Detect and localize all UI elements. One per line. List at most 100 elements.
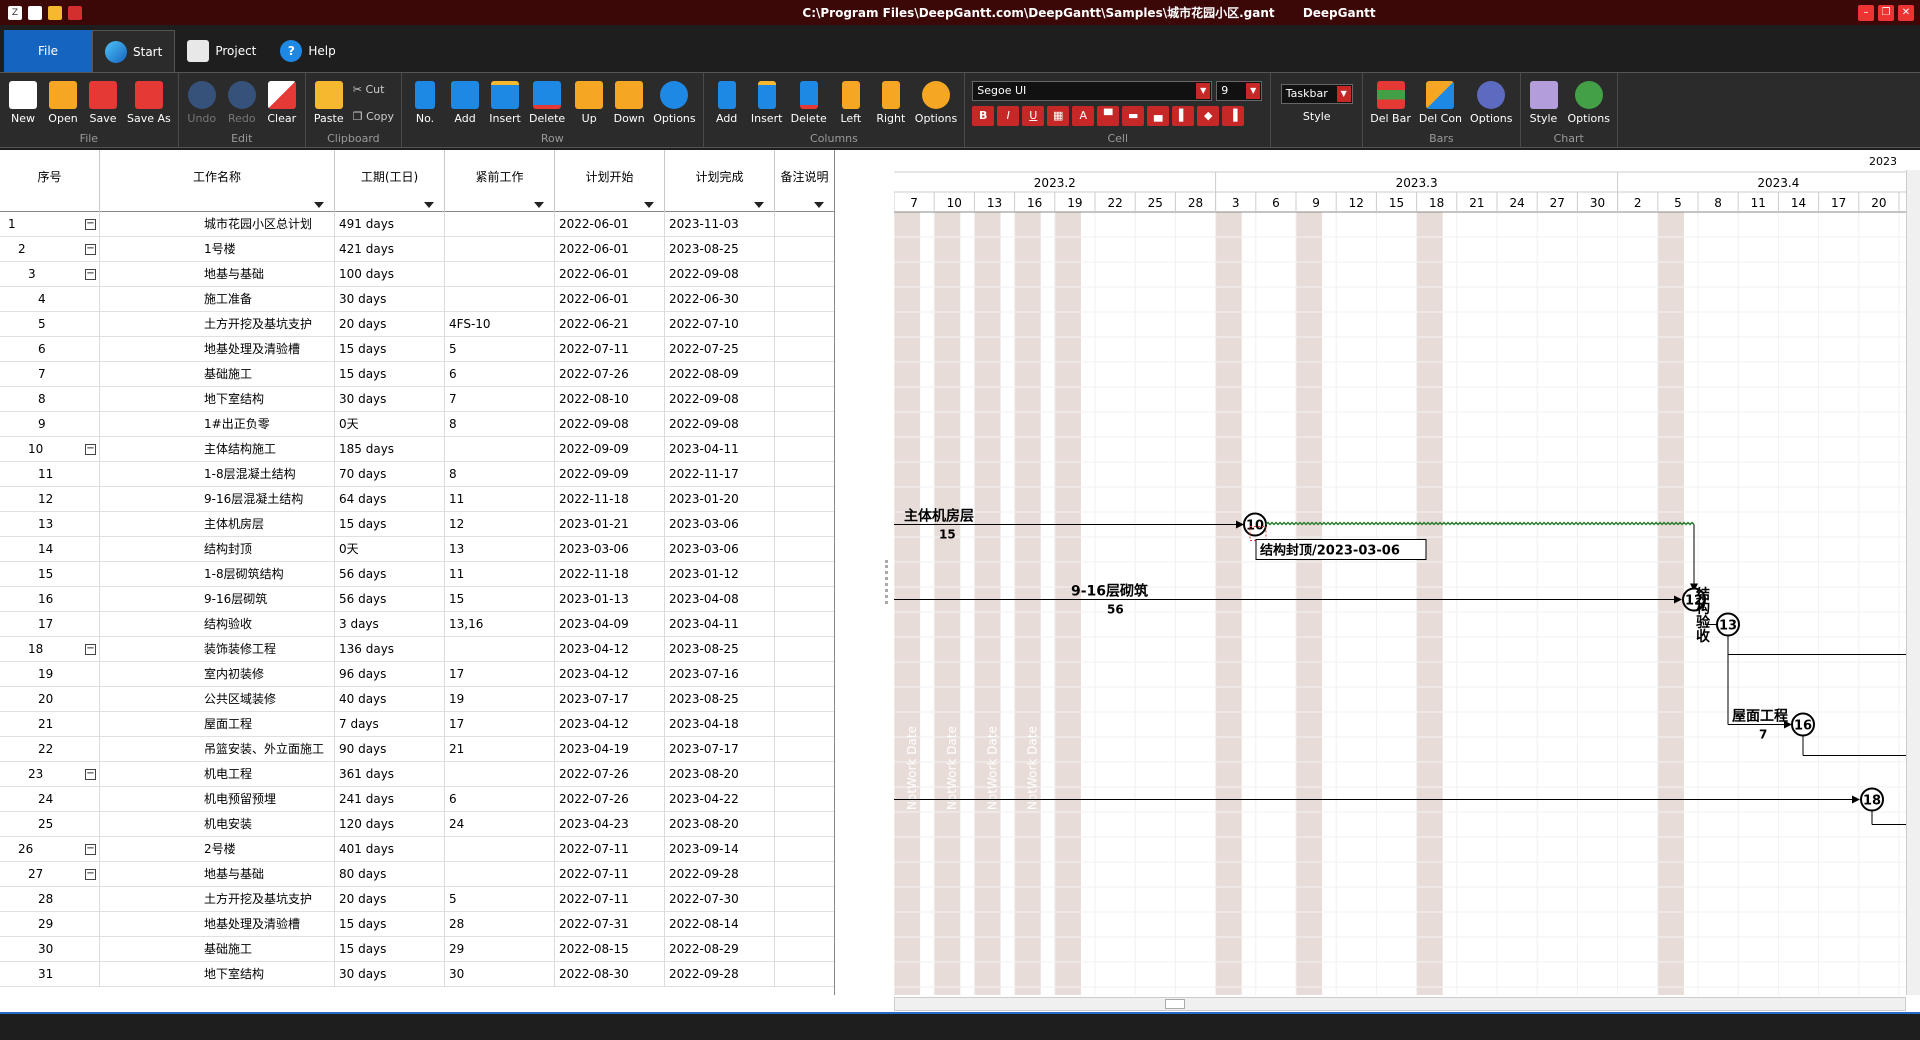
align-bottom-button[interactable]: ▄	[1147, 105, 1170, 126]
tab-help[interactable]: ? Help	[268, 30, 347, 72]
cell-col-task-name[interactable]: 结构验收	[100, 612, 335, 637]
cell-col-index[interactable]: 29	[0, 912, 100, 937]
cell-col-duration[interactable]: 30 days	[335, 962, 445, 987]
cell-col-notes[interactable]	[775, 687, 834, 712]
cell-col-index[interactable]: 5	[0, 312, 100, 337]
cell-col-index[interactable]: 19	[0, 662, 100, 687]
filter-dropdown-icon[interactable]	[644, 202, 654, 208]
tab-start[interactable]: Start	[92, 30, 176, 72]
table-row[interactable]: 21 屋面工程 7 days 17 2023-04-12 2023-04-18	[0, 712, 834, 737]
cell-col-task-name[interactable]: 装饰装修工程	[100, 637, 335, 662]
collapse-toggle-icon[interactable]: −	[85, 219, 96, 230]
cell-col-task-name[interactable]: 公共区域装修	[100, 687, 335, 712]
cell-col-start[interactable]: 2023-04-12	[555, 662, 665, 687]
cell-col-index[interactable]: 15	[0, 562, 100, 587]
chart-style-button[interactable]: Style	[1524, 79, 1564, 127]
copy-button[interactable]: ❐ Copy	[353, 110, 394, 123]
cell-col-task-name[interactable]: 土方开挖及基坑支护	[100, 887, 335, 912]
cell-col-finish[interactable]: 2023-04-22	[665, 787, 775, 812]
cell-col-duration[interactable]: 401 days	[335, 837, 445, 862]
cell-col-finish[interactable]: 2022-09-28	[665, 862, 775, 887]
column-right-button[interactable]: Right	[871, 79, 911, 127]
cell-col-task-name[interactable]: 1-8层混凝土结构	[100, 462, 335, 487]
cell-col-task-name[interactable]: 室内初装修	[100, 662, 335, 687]
cell-col-task-name[interactable]: 2号楼	[100, 837, 335, 862]
cut-button[interactable]: ✂ Cut	[353, 83, 394, 96]
cell-col-start[interactable]: 2022-09-09	[555, 462, 665, 487]
table-row[interactable]: 1 城市花园小区总计划 491 days 2022-06-01 2023-11-03−	[0, 212, 834, 237]
align-top-button[interactable]: ▀	[1097, 105, 1120, 126]
cell-col-start[interactable]: 2022-08-10	[555, 387, 665, 412]
cell-col-notes[interactable]	[775, 737, 834, 762]
cell-col-task-name[interactable]: 主体机房层	[100, 512, 335, 537]
maximize-button[interactable]: ❐	[1878, 4, 1894, 21]
vertical-scrollbar[interactable]	[1906, 170, 1920, 995]
cell-col-start[interactable]: 2022-07-11	[555, 337, 665, 362]
cell-col-task-name[interactable]: 地基处理及清验槽	[100, 337, 335, 362]
filter-dropdown-icon[interactable]	[814, 202, 824, 208]
clear-button[interactable]: Clear	[262, 79, 302, 127]
cell-col-duration[interactable]: 361 days	[335, 762, 445, 787]
cell-col-task-name[interactable]: 基础施工	[100, 362, 335, 387]
horizontal-scrollbar[interactable]	[894, 997, 1906, 1011]
cell-col-notes[interactable]	[775, 587, 834, 612]
table-row[interactable]: 5 土方开挖及基坑支护 20 days 4FS-10 2022-06-21 2022-07…	[0, 312, 834, 337]
cell-col-task-name[interactable]: 地基与基础	[100, 862, 335, 887]
bold-button[interactable]: B	[972, 105, 995, 126]
cell-col-index[interactable]: 6	[0, 337, 100, 362]
cell-col-start[interactable]: 2022-06-01	[555, 212, 665, 237]
cell-col-index[interactable]: 16	[0, 587, 100, 612]
collapse-toggle-icon[interactable]: −	[85, 769, 96, 780]
save-icon[interactable]	[68, 5, 82, 20]
minimize-button[interactable]: –	[1858, 4, 1874, 21]
table-row[interactable]: 23 机电工程 361 days 2022-07-26 2023-08-20−	[0, 762, 834, 787]
delete-bar-button[interactable]: Del Bar	[1366, 79, 1415, 127]
cell-col-start[interactable]: 2023-04-12	[555, 712, 665, 737]
cell-col-index[interactable]: 31	[0, 962, 100, 987]
cell-col-task-name[interactable]: 吊篮安装、外立面施工	[100, 737, 335, 762]
cell-col-predecessor[interactable]: 19	[445, 687, 555, 712]
cell-col-duration[interactable]: 15 days	[335, 912, 445, 937]
cell-col-start[interactable]: 2023-07-17	[555, 687, 665, 712]
cell-col-finish[interactable]: 2023-08-20	[665, 812, 775, 837]
header-col-notes[interactable]: 备注说明	[775, 150, 834, 212]
table-row[interactable]: 29 地基处理及清验槽 15 days 28 2022-07-31 2022-08-14	[0, 912, 834, 937]
table-row[interactable]: 12 9-16层混凝土结构 64 days 11 2022-11-18 2023-01-2…	[0, 487, 834, 512]
cell-col-finish[interactable]: 2023-08-25	[665, 687, 775, 712]
cell-col-start[interactable]: 2022-07-31	[555, 912, 665, 937]
pane-splitter[interactable]	[835, 150, 895, 995]
cell-col-notes[interactable]	[775, 937, 834, 962]
cell-col-start[interactable]: 2022-06-01	[555, 262, 665, 287]
cell-col-predecessor[interactable]: 15	[445, 587, 555, 612]
header-col-task-name[interactable]: 工作名称	[100, 150, 335, 212]
open-folder-icon[interactable]	[48, 5, 62, 20]
cell-col-finish[interactable]: 2023-11-03	[665, 212, 775, 237]
tab-file[interactable]: File	[4, 30, 92, 72]
cell-col-predecessor[interactable]: 13,16	[445, 612, 555, 637]
table-row[interactable]: 17 结构验收 3 days 13,16 2023-04-09 2023-04-11	[0, 612, 834, 637]
cell-col-index[interactable]: 25	[0, 812, 100, 837]
cell-col-duration[interactable]: 3 days	[335, 612, 445, 637]
cell-col-duration[interactable]: 90 days	[335, 737, 445, 762]
cell-col-finish[interactable]: 2023-01-12	[665, 562, 775, 587]
row-up-button[interactable]: Up	[569, 79, 609, 127]
table-row[interactable]: 20 公共区域装修 40 days 19 2023-07-17 2023-08-25	[0, 687, 834, 712]
paste-button[interactable]: Paste	[309, 79, 349, 127]
table-row[interactable]: 19 室内初装修 96 days 17 2023-04-12 2023-07-16	[0, 662, 834, 687]
table-row[interactable]: 26 2号楼 401 days 2022-07-11 2023-09-14−	[0, 837, 834, 862]
cell-col-notes[interactable]	[775, 637, 834, 662]
cell-col-finish[interactable]: 2023-07-17	[665, 737, 775, 762]
cell-col-start[interactable]: 2022-07-26	[555, 762, 665, 787]
font-size-select[interactable]: 9 ▼	[1216, 80, 1263, 101]
save-as-button[interactable]: Save As	[123, 79, 175, 127]
cell-col-finish[interactable]: 2023-04-08	[665, 587, 775, 612]
cell-col-finish[interactable]: 2022-06-30	[665, 287, 775, 312]
cell-col-duration[interactable]: 15 days	[335, 937, 445, 962]
cell-col-task-name[interactable]: 1#出正负零	[100, 412, 335, 437]
table-row[interactable]: 28 土方开挖及基坑支护 20 days 5 2022-07-11 2022-07-30	[0, 887, 834, 912]
chart-options-button[interactable]: Options	[1564, 79, 1614, 127]
cell-col-duration[interactable]: 0天	[335, 537, 445, 562]
collapse-toggle-icon[interactable]: −	[85, 444, 96, 455]
cell-col-predecessor[interactable]: 29	[445, 937, 555, 962]
cell-col-start[interactable]: 2023-01-21	[555, 512, 665, 537]
